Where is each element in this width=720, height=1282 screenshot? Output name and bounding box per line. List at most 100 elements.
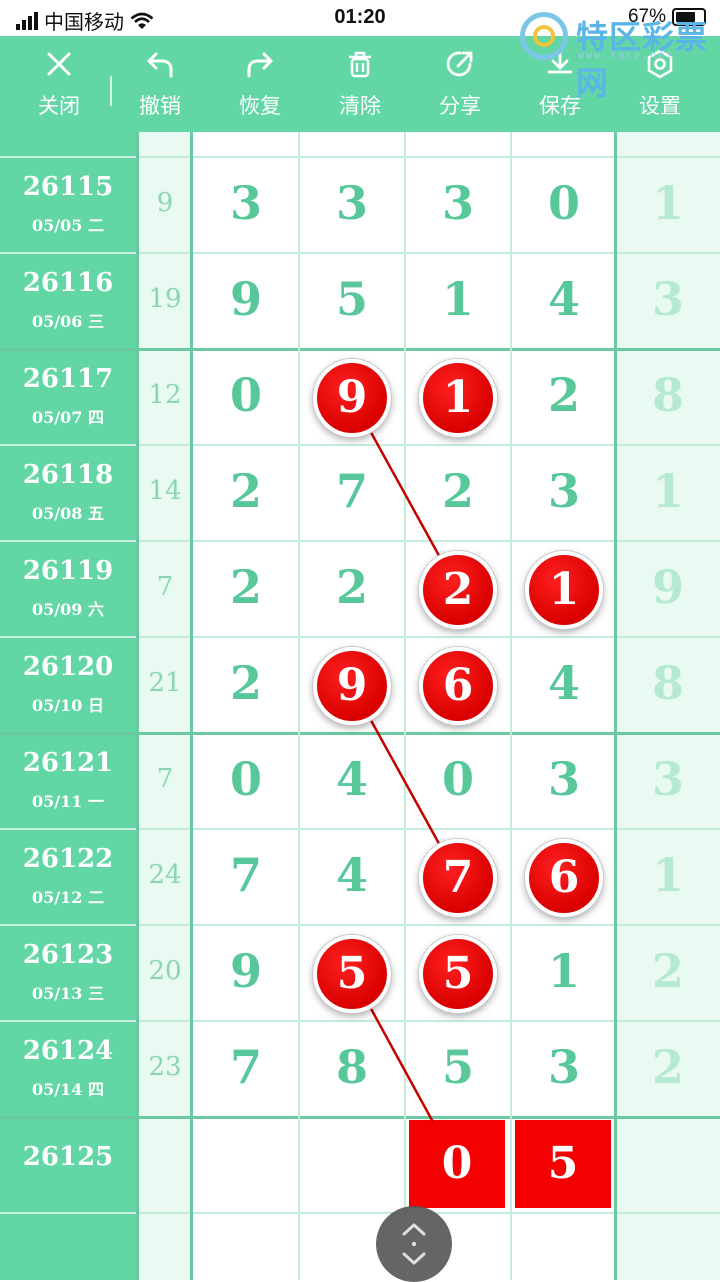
digit-cell[interactable]: 4 [299,752,405,806]
span-value: 2 [651,1040,684,1094]
pending-digit[interactable]: 0 [409,1120,505,1208]
hit-ball[interactable]: 5 [419,935,497,1013]
digit-cell[interactable]: 3 [511,752,617,806]
span-value: 3 [651,752,684,806]
digit-cell[interactable]: 7 [193,1040,299,1094]
row-divider [0,1020,720,1022]
digit-cell[interactable]: 2 [193,560,299,614]
logo-url: www.tqcp.net [578,50,675,61]
issue-date: 05/13 三 [32,984,104,1003]
hit-ball[interactable]: 1 [525,551,603,629]
issue-number: 26120 [22,652,114,682]
digit-cell[interactable]: 5 [299,272,405,326]
issue-number: 26116 [22,268,114,298]
digit-cell[interactable]: 3 [511,464,617,518]
hit-ball[interactable]: 6 [419,647,497,725]
row-divider [0,156,720,158]
sum-value: 7 [156,572,174,602]
hit-ball[interactable]: 1 [419,359,497,437]
digit-cell[interactable]: 0 [511,176,617,230]
digit-cell[interactable]: 1 [511,944,617,998]
clear-button[interactable]: 清除 [310,36,410,132]
sum-value: 23 [148,1052,182,1082]
digit-cell[interactable]: 7 [193,848,299,902]
issue-date: 05/06 三 [32,312,104,331]
span-value: 1 [651,176,684,230]
row-divider [0,444,720,446]
share-label: 分享 [439,94,481,118]
scroll-toggle-button[interactable] [376,1206,452,1282]
issue-date: 05/12 二 [32,888,104,907]
clear-label: 清除 [339,94,381,118]
hit-ball[interactable]: 7 [419,839,497,917]
digit-cell[interactable]: 9 [193,944,299,998]
row-divider [0,1212,720,1214]
issue-number: 26124 [22,1036,114,1066]
undo-icon [147,52,173,78]
redo-button[interactable]: 恢复 [210,36,310,132]
sum-value: 12 [148,380,182,410]
digit-cell[interactable]: 7 [299,464,405,518]
digit-cell[interactable]: 3 [299,176,405,230]
digit-cell[interactable]: 2 [511,368,617,422]
hit-ball[interactable]: 9 [313,359,391,437]
sum-value: 19 [148,284,182,314]
site-logo: 特区彩票网 www.tqcp.net [516,6,720,102]
issue-date: 05/11 一 [32,792,104,811]
sum-value: 14 [148,476,182,506]
share-icon [446,51,473,77]
digit-cell[interactable]: 3 [193,176,299,230]
logo-swirl-icon [520,12,568,60]
digit-cell[interactable]: 2 [193,656,299,710]
undo-button[interactable]: 撤销 [110,36,210,132]
group-divider [0,732,720,735]
redo-icon [247,52,273,78]
issue-date: 05/14 四 [32,1080,104,1099]
digit-cell[interactable]: 0 [193,752,299,806]
sum-value: 21 [148,668,182,698]
pending-digit[interactable]: 5 [515,1120,611,1208]
hit-ball[interactable]: 9 [313,647,391,725]
hit-ball[interactable]: 6 [525,839,603,917]
trash-icon [349,51,371,78]
digit-cell[interactable]: 3 [405,176,511,230]
issue-date: 05/09 六 [32,600,104,619]
digit-cell[interactable]: 3 [511,1040,617,1094]
digit-cell[interactable]: 1 [405,272,511,326]
digit-cell[interactable]: 4 [511,656,617,710]
digit-cell[interactable]: 2 [299,560,405,614]
issue-number: 26119 [22,556,114,586]
trend-chart[interactable]: 26115 05/05 二 9 3 3 3 0 1 26116 05/06 三 19 9 5 1 4 3 261… [0,132,720,1280]
issue-number: 26123 [22,940,114,970]
sum-value: 7 [156,764,174,794]
digit-cell[interactable]: 8 [299,1040,405,1094]
hit-ball[interactable]: 5 [313,935,391,1013]
issue-date: 05/08 五 [32,504,104,523]
row-divider [0,828,720,830]
chevron-up-down-icon [402,1223,426,1265]
digit-cell[interactable]: 9 [193,272,299,326]
issue-number: 26118 [22,460,114,490]
close-label: 关闭 [38,94,80,118]
span-value: 1 [651,464,684,518]
digit-cell[interactable]: 2 [405,464,511,518]
issue-number: 26115 [22,172,114,202]
digit-cell[interactable]: 0 [405,752,511,806]
close-button[interactable]: 关闭 [9,36,109,132]
issue-number: 26122 [22,844,114,874]
issue-number: 26125 [22,1142,114,1172]
undo-label: 撤销 [139,94,181,118]
span-value: 8 [651,368,684,422]
span-value: 2 [651,944,684,998]
row-divider [0,252,720,254]
issue-number: 26117 [22,364,114,394]
issue-date: 05/07 四 [32,408,104,427]
digit-cell[interactable]: 0 [193,368,299,422]
hit-ball[interactable]: 2 [419,551,497,629]
digit-cell[interactable]: 2 [193,464,299,518]
share-button[interactable]: 分享 [410,36,510,132]
row-divider [0,540,720,542]
digit-cell[interactable]: 5 [405,1040,511,1094]
digit-cell[interactable]: 4 [511,272,617,326]
digit-cell[interactable]: 4 [299,848,405,902]
